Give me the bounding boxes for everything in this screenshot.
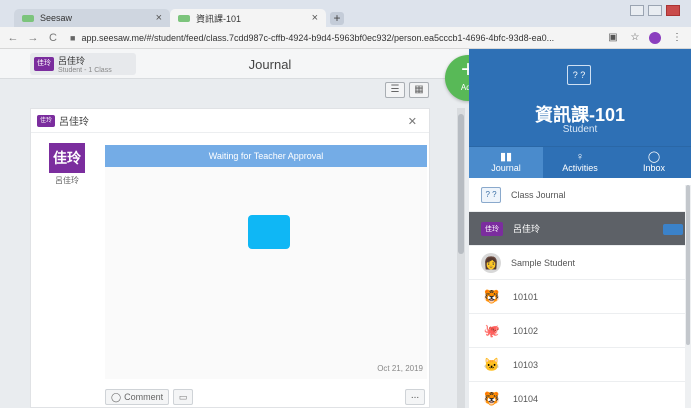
tab-label: Journal: [491, 163, 521, 173]
tab-close-icon[interactable]: ×: [156, 12, 162, 24]
tiger-avatar-icon: 🐯: [483, 390, 501, 406]
address-bar: ← → C ■ app.seesaw.me/#/student/feed/cla…: [0, 27, 691, 49]
tab-close-icon[interactable]: ×: [312, 12, 318, 24]
user-subtitle: Student - 1 Class: [58, 67, 112, 74]
chat-icon: ◯: [647, 151, 661, 163]
tab-label: Seesaw: [40, 13, 73, 23]
card-footer: ◯ Comment ▭ ...: [105, 386, 427, 408]
comment-label: Comment: [124, 392, 164, 402]
class-role: Student: [562, 124, 598, 135]
seesaw-favicon-icon: [22, 14, 34, 22]
maximize-window-button[interactable]: [648, 5, 662, 16]
page-title: Journal: [248, 57, 292, 72]
tab-label: Activities: [562, 163, 598, 173]
app-top-bar: 佳玲 呂佳玲 Student - 1 Class Journal: [0, 49, 469, 79]
user-avatar: 佳玲: [34, 57, 54, 71]
list-item-10101[interactable]: 🐯 10101: [469, 280, 691, 314]
approval-banner: Waiting for Teacher Approval: [105, 145, 427, 167]
more-options-button[interactable]: ...: [405, 389, 425, 405]
class-icon: ? ?: [567, 65, 591, 85]
cat-avatar-icon: 🐱: [483, 356, 501, 372]
author-name: 呂佳玲: [55, 176, 79, 185]
list-item-label: 呂佳玲: [513, 224, 541, 234]
list-item-class-journal[interactable]: ? ? Class Journal: [469, 178, 691, 212]
forward-arrow-icon[interactable]: →: [26, 32, 40, 44]
browser-tab-bar: Seesaw × 資訊課-101 × +: [0, 0, 691, 27]
list-item-10103[interactable]: 🐱 10103: [469, 348, 691, 382]
list-view-icon[interactable]: ☰: [385, 82, 405, 98]
close-icon[interactable]: ✕: [408, 115, 417, 128]
card-header: 佳玲 呂佳玲 ✕: [31, 109, 429, 133]
card-header-avatar: 佳玲: [37, 114, 55, 127]
list-item-label: 10104: [513, 393, 539, 404]
lock-icon: ■: [70, 32, 76, 43]
lightbulb-icon: ♀: [575, 151, 585, 163]
feed-scrollbar-thumb[interactable]: [458, 114, 464, 254]
tab-journal[interactable]: ▮▮ Journal: [469, 147, 543, 178]
tab-label: 資訊課-101: [196, 13, 242, 24]
post-date: Oct 21, 2019: [377, 364, 423, 373]
user-switcher[interactable]: 佳玲 呂佳玲 Student - 1 Class: [30, 53, 136, 75]
browser-tab-class[interactable]: 資訊課-101 ×: [170, 9, 326, 27]
list-item-label: 10101: [513, 291, 539, 302]
user-name: 呂佳玲: [58, 56, 86, 66]
minimize-window-button[interactable]: [630, 5, 644, 16]
class-tabs: ▮▮ Journal ♀ Activities ◯ Inbox: [469, 146, 691, 178]
list-item-student-selected[interactable]: 佳玲 呂佳玲: [469, 212, 691, 246]
octopus-avatar-icon: 🐙: [483, 322, 501, 338]
close-window-button[interactable]: [666, 5, 680, 16]
list-item-label: Sample Student: [511, 257, 576, 268]
tab-inbox[interactable]: ◯ Inbox: [617, 147, 691, 178]
profile-avatar-icon[interactable]: [649, 31, 661, 44]
folder-icon[interactable]: [663, 224, 683, 235]
list-item-10102[interactable]: 🐙 10102: [469, 314, 691, 348]
list-item-10104[interactable]: 🐯 10104: [469, 382, 691, 408]
list-item-label: 10103: [513, 359, 539, 370]
list-item-sample-student[interactable]: 👩 Sample Student: [469, 246, 691, 280]
url-field[interactable]: ■ app.seesaw.me/#/student/feed/class.7cd…: [70, 29, 605, 47]
bookmark-star-icon[interactable]: ☆: [627, 32, 643, 43]
folder-icon: ▭: [178, 392, 188, 402]
url-text: app.seesaw.me/#/student/feed/class.7cdd9…: [81, 32, 555, 43]
sidebar-scrollbar-thumb[interactable]: [686, 185, 690, 345]
class-sidebar: ? ? 資訊課-101 Student ▮▮ Journal ♀ Activit…: [469, 49, 691, 408]
new-tab-button[interactable]: +: [330, 12, 344, 25]
tab-activities[interactable]: ♀ Activities: [543, 147, 617, 178]
folder-button[interactable]: ▭: [173, 389, 194, 405]
back-arrow-icon[interactable]: ←: [6, 32, 20, 44]
post-image[interactable]: [248, 215, 290, 249]
class-header: ? ? 資訊課-101 Student: [469, 49, 691, 146]
list-item-label: Class Journal: [511, 189, 566, 200]
student-face-icon: 👩: [481, 252, 501, 273]
browser-tab-seesaw[interactable]: Seesaw ×: [14, 9, 170, 27]
reload-icon[interactable]: C: [46, 32, 60, 44]
post-content[interactable]: Waiting for Teacher Approval Oct 21, 201…: [105, 145, 427, 379]
seesaw-favicon-icon: [178, 14, 190, 22]
comment-button[interactable]: ◯ Comment: [105, 389, 170, 405]
book-icon: ▮▮: [499, 151, 513, 163]
calendar-view-icon[interactable]: ▦: [409, 82, 429, 98]
list-item-label: 10102: [513, 325, 539, 336]
tab-label: Inbox: [642, 163, 666, 173]
menu-kebab-icon[interactable]: ⋮: [669, 32, 685, 43]
sidebar-scrollbar[interactable]: [685, 185, 691, 408]
feed-post-card: 佳玲 呂佳玲 ✕ 佳玲 呂佳玲 Waiting for Teacher Appr…: [30, 108, 430, 408]
extension-icon[interactable]: ▣: [605, 32, 621, 43]
feed-scrollbar[interactable]: [457, 108, 465, 408]
author-avatar[interactable]: 佳玲: [49, 143, 85, 173]
tiger-avatar-icon: 🐯: [483, 288, 501, 304]
comment-bubble-icon: ◯: [111, 391, 122, 402]
card-header-name: 呂佳玲: [59, 117, 89, 128]
student-avatar: 佳玲: [481, 221, 503, 236]
journal-icon: ? ?: [481, 186, 501, 203]
